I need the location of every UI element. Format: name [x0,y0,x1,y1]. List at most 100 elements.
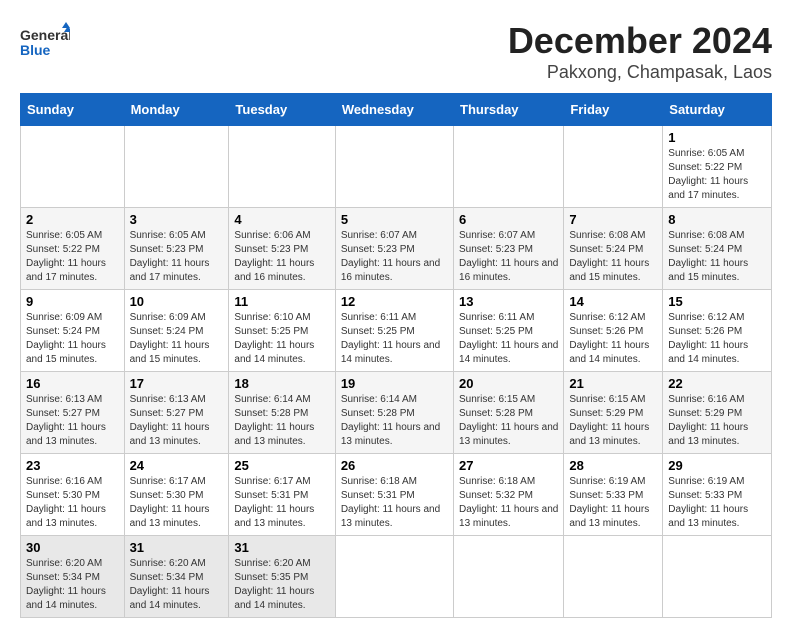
day-info: Sunrise: 6:09 AMSunset: 5:24 PMDaylight:… [130,312,210,365]
calendar-cell: 18 Sunrise: 6:14 AMSunset: 5:28 PMDaylig… [229,372,335,454]
day-info: Sunrise: 6:20 AMSunset: 5:34 PMDaylight:… [26,558,106,611]
calendar-cell: 6 Sunrise: 6:07 AMSunset: 5:23 PMDayligh… [454,208,564,290]
day-info: Sunrise: 6:19 AMSunset: 5:33 PMDaylight:… [569,476,649,529]
calendar-header-row: SundayMondayTuesdayWednesdayThursdayFrid… [21,94,772,126]
calendar-cell [124,126,229,208]
calendar-week-3: 9 Sunrise: 6:09 AMSunset: 5:24 PMDayligh… [21,290,772,372]
day-number: 30 [26,540,119,555]
calendar-cell: 21 Sunrise: 6:15 AMSunset: 5:29 PMDaylig… [564,372,663,454]
day-number: 20 [459,376,558,391]
day-header-friday: Friday [564,94,663,126]
day-info: Sunrise: 6:08 AMSunset: 5:24 PMDaylight:… [569,230,649,283]
calendar-cell: 3 Sunrise: 6:05 AMSunset: 5:23 PMDayligh… [124,208,229,290]
calendar-cell [229,126,335,208]
day-info: Sunrise: 6:20 AMSunset: 5:35 PMDaylight:… [234,558,314,611]
day-number: 1 [668,130,766,145]
calendar-cell: 30 Sunrise: 6:20 AMSunset: 5:34 PMDaylig… [21,536,125,618]
day-info: Sunrise: 6:15 AMSunset: 5:28 PMDaylight:… [459,394,558,447]
day-info: Sunrise: 6:08 AMSunset: 5:24 PMDaylight:… [668,230,748,283]
calendar-cell [335,536,453,618]
calendar-cell: 9 Sunrise: 6:09 AMSunset: 5:24 PMDayligh… [21,290,125,372]
day-info: Sunrise: 6:14 AMSunset: 5:28 PMDaylight:… [234,394,314,447]
day-info: Sunrise: 6:17 AMSunset: 5:31 PMDaylight:… [234,476,314,529]
day-info: Sunrise: 6:12 AMSunset: 5:26 PMDaylight:… [569,312,649,365]
calendar-cell: 5 Sunrise: 6:07 AMSunset: 5:23 PMDayligh… [335,208,453,290]
svg-text:Blue: Blue [20,42,51,58]
day-number: 9 [26,294,119,309]
day-info: Sunrise: 6:07 AMSunset: 5:23 PMDaylight:… [459,230,558,283]
calendar-week-2: 2 Sunrise: 6:05 AMSunset: 5:22 PMDayligh… [21,208,772,290]
calendar-cell: 14 Sunrise: 6:12 AMSunset: 5:26 PMDaylig… [564,290,663,372]
calendar-cell: 24 Sunrise: 6:17 AMSunset: 5:30 PMDaylig… [124,454,229,536]
calendar-cell: 13 Sunrise: 6:11 AMSunset: 5:25 PMDaylig… [454,290,564,372]
day-header-thursday: Thursday [454,94,564,126]
calendar-cell: 16 Sunrise: 6:13 AMSunset: 5:27 PMDaylig… [21,372,125,454]
day-number: 6 [459,212,558,227]
calendar-cell [335,126,453,208]
day-number: 31 [234,540,329,555]
day-number: 15 [668,294,766,309]
calendar-cell [663,536,772,618]
day-info: Sunrise: 6:14 AMSunset: 5:28 PMDaylight:… [341,394,440,447]
day-info: Sunrise: 6:10 AMSunset: 5:25 PMDaylight:… [234,312,314,365]
day-info: Sunrise: 6:13 AMSunset: 5:27 PMDaylight:… [130,394,210,447]
calendar-cell: 23 Sunrise: 6:16 AMSunset: 5:30 PMDaylig… [21,454,125,536]
calendar-week-5: 23 Sunrise: 6:16 AMSunset: 5:30 PMDaylig… [21,454,772,536]
day-info: Sunrise: 6:16 AMSunset: 5:29 PMDaylight:… [668,394,748,447]
calendar-cell: 19 Sunrise: 6:14 AMSunset: 5:28 PMDaylig… [335,372,453,454]
day-number: 19 [341,376,448,391]
calendar-week-4: 16 Sunrise: 6:13 AMSunset: 5:27 PMDaylig… [21,372,772,454]
day-number: 27 [459,458,558,473]
calendar-cell: 22 Sunrise: 6:16 AMSunset: 5:29 PMDaylig… [663,372,772,454]
calendar-cell [454,536,564,618]
day-number: 26 [341,458,448,473]
calendar-cell: 2 Sunrise: 6:05 AMSunset: 5:22 PMDayligh… [21,208,125,290]
day-number: 29 [668,458,766,473]
day-info: Sunrise: 6:06 AMSunset: 5:23 PMDaylight:… [234,230,314,283]
day-number: 5 [341,212,448,227]
calendar-cell: 15 Sunrise: 6:12 AMSunset: 5:26 PMDaylig… [663,290,772,372]
calendar-week-6: 30 Sunrise: 6:20 AMSunset: 5:34 PMDaylig… [21,536,772,618]
day-header-saturday: Saturday [663,94,772,126]
day-info: Sunrise: 6:11 AMSunset: 5:25 PMDaylight:… [341,312,440,365]
day-number: 25 [234,458,329,473]
day-info: Sunrise: 6:20 AMSunset: 5:34 PMDaylight:… [130,558,210,611]
calendar-cell: 28 Sunrise: 6:19 AMSunset: 5:33 PMDaylig… [564,454,663,536]
day-number: 12 [341,294,448,309]
day-header-tuesday: Tuesday [229,94,335,126]
calendar-cell: 27 Sunrise: 6:18 AMSunset: 5:32 PMDaylig… [454,454,564,536]
day-number: 7 [569,212,657,227]
calendar-cell [564,126,663,208]
calendar-cell: 1 Sunrise: 6:05 AMSunset: 5:22 PMDayligh… [663,126,772,208]
day-info: Sunrise: 6:16 AMSunset: 5:30 PMDaylight:… [26,476,106,529]
logo-icon: General Blue [20,20,70,60]
day-number: 14 [569,294,657,309]
day-info: Sunrise: 6:11 AMSunset: 5:25 PMDaylight:… [459,312,558,365]
day-number: 31 [130,540,224,555]
day-header-monday: Monday [124,94,229,126]
day-info: Sunrise: 6:07 AMSunset: 5:23 PMDaylight:… [341,230,440,283]
day-info: Sunrise: 6:05 AMSunset: 5:22 PMDaylight:… [26,230,106,283]
day-number: 4 [234,212,329,227]
day-header-wednesday: Wednesday [335,94,453,126]
day-number: 28 [569,458,657,473]
day-number: 13 [459,294,558,309]
day-number: 3 [130,212,224,227]
day-number: 21 [569,376,657,391]
day-info: Sunrise: 6:09 AMSunset: 5:24 PMDaylight:… [26,312,106,365]
calendar-table: SundayMondayTuesdayWednesdayThursdayFrid… [20,93,772,618]
calendar-cell: 7 Sunrise: 6:08 AMSunset: 5:24 PMDayligh… [564,208,663,290]
day-number: 22 [668,376,766,391]
calendar-cell: 31 Sunrise: 6:20 AMSunset: 5:34 PMDaylig… [124,536,229,618]
day-info: Sunrise: 6:17 AMSunset: 5:30 PMDaylight:… [130,476,210,529]
day-number: 18 [234,376,329,391]
month-title: December 2024 [508,20,772,62]
day-number: 10 [130,294,224,309]
calendar-week-1: 1 Sunrise: 6:05 AMSunset: 5:22 PMDayligh… [21,126,772,208]
calendar-cell: 20 Sunrise: 6:15 AMSunset: 5:28 PMDaylig… [454,372,564,454]
calendar-cell: 31 Sunrise: 6:20 AMSunset: 5:35 PMDaylig… [229,536,335,618]
day-info: Sunrise: 6:15 AMSunset: 5:29 PMDaylight:… [569,394,649,447]
calendar-cell [564,536,663,618]
calendar-cell: 8 Sunrise: 6:08 AMSunset: 5:24 PMDayligh… [663,208,772,290]
day-info: Sunrise: 6:12 AMSunset: 5:26 PMDaylight:… [668,312,748,365]
